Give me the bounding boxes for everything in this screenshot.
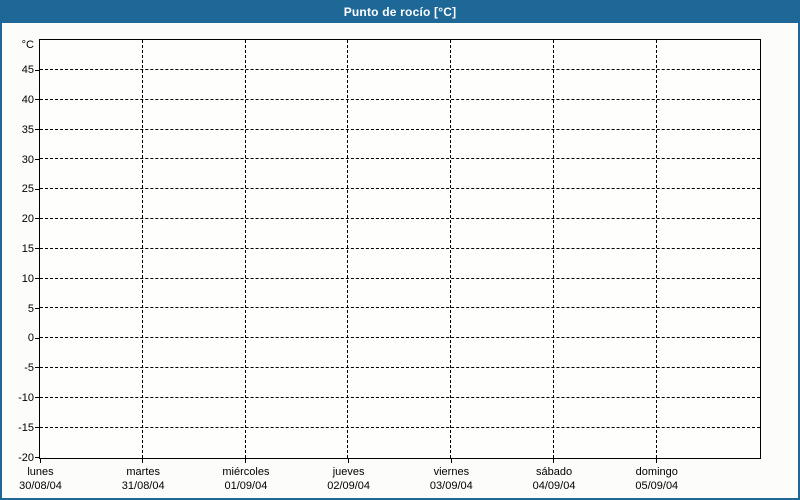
y-grid-line — [40, 158, 760, 160]
y-axis-tick — [35, 397, 40, 399]
y-grid-line — [40, 396, 760, 398]
y-axis-tick — [35, 69, 40, 71]
x-axis-tick — [347, 459, 349, 463]
y-tick-label: -10 — [18, 391, 34, 404]
y-grid-line — [40, 307, 760, 309]
x-grid-line — [655, 40, 657, 458]
y-tick-label: 0 — [27, 332, 34, 345]
y-axis-tick — [35, 129, 40, 131]
x-date-label: 04/09/04 — [532, 480, 576, 492]
x-grid-line — [347, 40, 349, 458]
y-axis-tick — [35, 307, 40, 309]
x-grid-line — [244, 40, 246, 458]
x-date-label: 30/08/04 — [19, 480, 62, 492]
chart-window: Punto de rocío [°C] 45 40 35 30 25 20 15 10 5 0 -5… — [0, 0, 800, 500]
x-axis-tick — [450, 459, 452, 463]
x-grid-line — [450, 40, 452, 458]
x-day-label: miércoles — [222, 466, 270, 478]
y-tick-label: 5 — [27, 302, 34, 315]
y-axis-tick — [35, 426, 40, 428]
y-tick-label: -15 — [18, 421, 34, 434]
x-day-label: lunes — [27, 466, 54, 478]
y-tick-label: 40 — [21, 94, 34, 107]
y-tick-label: -20 — [18, 451, 34, 464]
x-date-label: 05/09/04 — [635, 480, 679, 492]
y-tick-label: 30 — [21, 153, 34, 166]
y-grid-line — [40, 247, 760, 249]
y-axis-tick — [35, 188, 40, 190]
y-axis-tick — [35, 158, 40, 160]
y-axis-tick — [35, 456, 40, 458]
x-day-label: viernes — [433, 466, 470, 478]
x-day-label: martes — [126, 466, 161, 478]
x-axis-tick — [142, 459, 144, 463]
y-tick-label: 45 — [21, 64, 34, 77]
x-day-label: jueves — [332, 466, 365, 478]
x-axis-tick — [553, 459, 555, 463]
y-axis-tick — [35, 218, 40, 220]
y-tick-label: 35 — [21, 123, 34, 136]
x-date-label: 03/09/04 — [429, 480, 473, 492]
y-tick-label: 10 — [21, 272, 34, 285]
y-grid-line — [40, 366, 760, 368]
y-grid-line — [40, 337, 760, 339]
y-tick-label: 15 — [21, 243, 34, 255]
x-date-label: 01/09/04 — [224, 480, 268, 492]
y-grid-line — [40, 277, 760, 279]
y-grid-line — [40, 128, 760, 130]
y-tick-label: 25 — [21, 183, 34, 196]
y-tick-label: 20 — [21, 213, 34, 226]
x-date-label: 02/09/04 — [327, 480, 371, 492]
x-grid-line — [552, 40, 554, 458]
y-grid-line — [40, 98, 760, 100]
plot-area — [39, 39, 761, 459]
y-axis-unit-label: °C — [21, 39, 34, 51]
y-grid-line — [40, 188, 760, 190]
x-axis-tick — [39, 459, 41, 463]
chart-area: 45 40 35 30 25 20 15 10 5 0 -5 -10 -15 -20 °C lunes 30/0… — [0, 0, 800, 500]
x-axis-tick — [656, 459, 658, 463]
y-grid-line — [40, 218, 760, 219]
x-date-label: 31/08/04 — [121, 480, 165, 492]
x-day-label: sábado — [536, 466, 573, 478]
y-axis-tick — [35, 337, 40, 339]
x-axis-tick — [245, 459, 247, 463]
y-tick-label: -5 — [24, 362, 34, 375]
y-axis-tick — [35, 367, 40, 369]
x-grid-line — [142, 40, 143, 458]
y-axis-tick — [35, 278, 40, 280]
y-axis-tick — [35, 99, 40, 101]
x-day-label: domingo — [635, 466, 678, 478]
y-grid-line — [40, 69, 760, 71]
y-axis-tick — [35, 248, 40, 250]
y-grid-line — [40, 426, 760, 428]
